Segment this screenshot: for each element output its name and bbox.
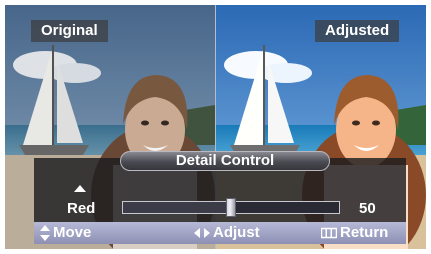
slider-value: 50 — [359, 200, 376, 217]
footer-move-label: Move — [53, 224, 92, 241]
up-down-arrow-icon — [40, 224, 50, 241]
footer-adjust-label: Adjust — [213, 224, 260, 241]
menu-icon — [321, 227, 337, 238]
osd-footer: Move Adjust Return — [34, 222, 406, 244]
panel-title: Detail Control — [120, 151, 330, 171]
adjusted-caption: Adjusted — [315, 20, 400, 42]
footer-return[interactable]: Return — [321, 224, 388, 241]
footer-adjust[interactable]: Adjust — [194, 224, 260, 241]
tv-screen: Original Adjusted Red 50 Detail Control … — [5, 5, 426, 249]
item-label: Red — [67, 200, 96, 217]
left-right-arrow-icon — [194, 227, 210, 238]
footer-return-label: Return — [340, 224, 389, 241]
red-slider[interactable] — [122, 198, 340, 217]
slider-thumb[interactable] — [226, 198, 236, 217]
original-caption: Original — [31, 20, 108, 42]
footer-move[interactable]: Move — [40, 224, 91, 241]
slider-fill — [123, 202, 231, 213]
detail-control-panel: Red 50 Detail Control Move Adjust Return — [34, 151, 406, 244]
